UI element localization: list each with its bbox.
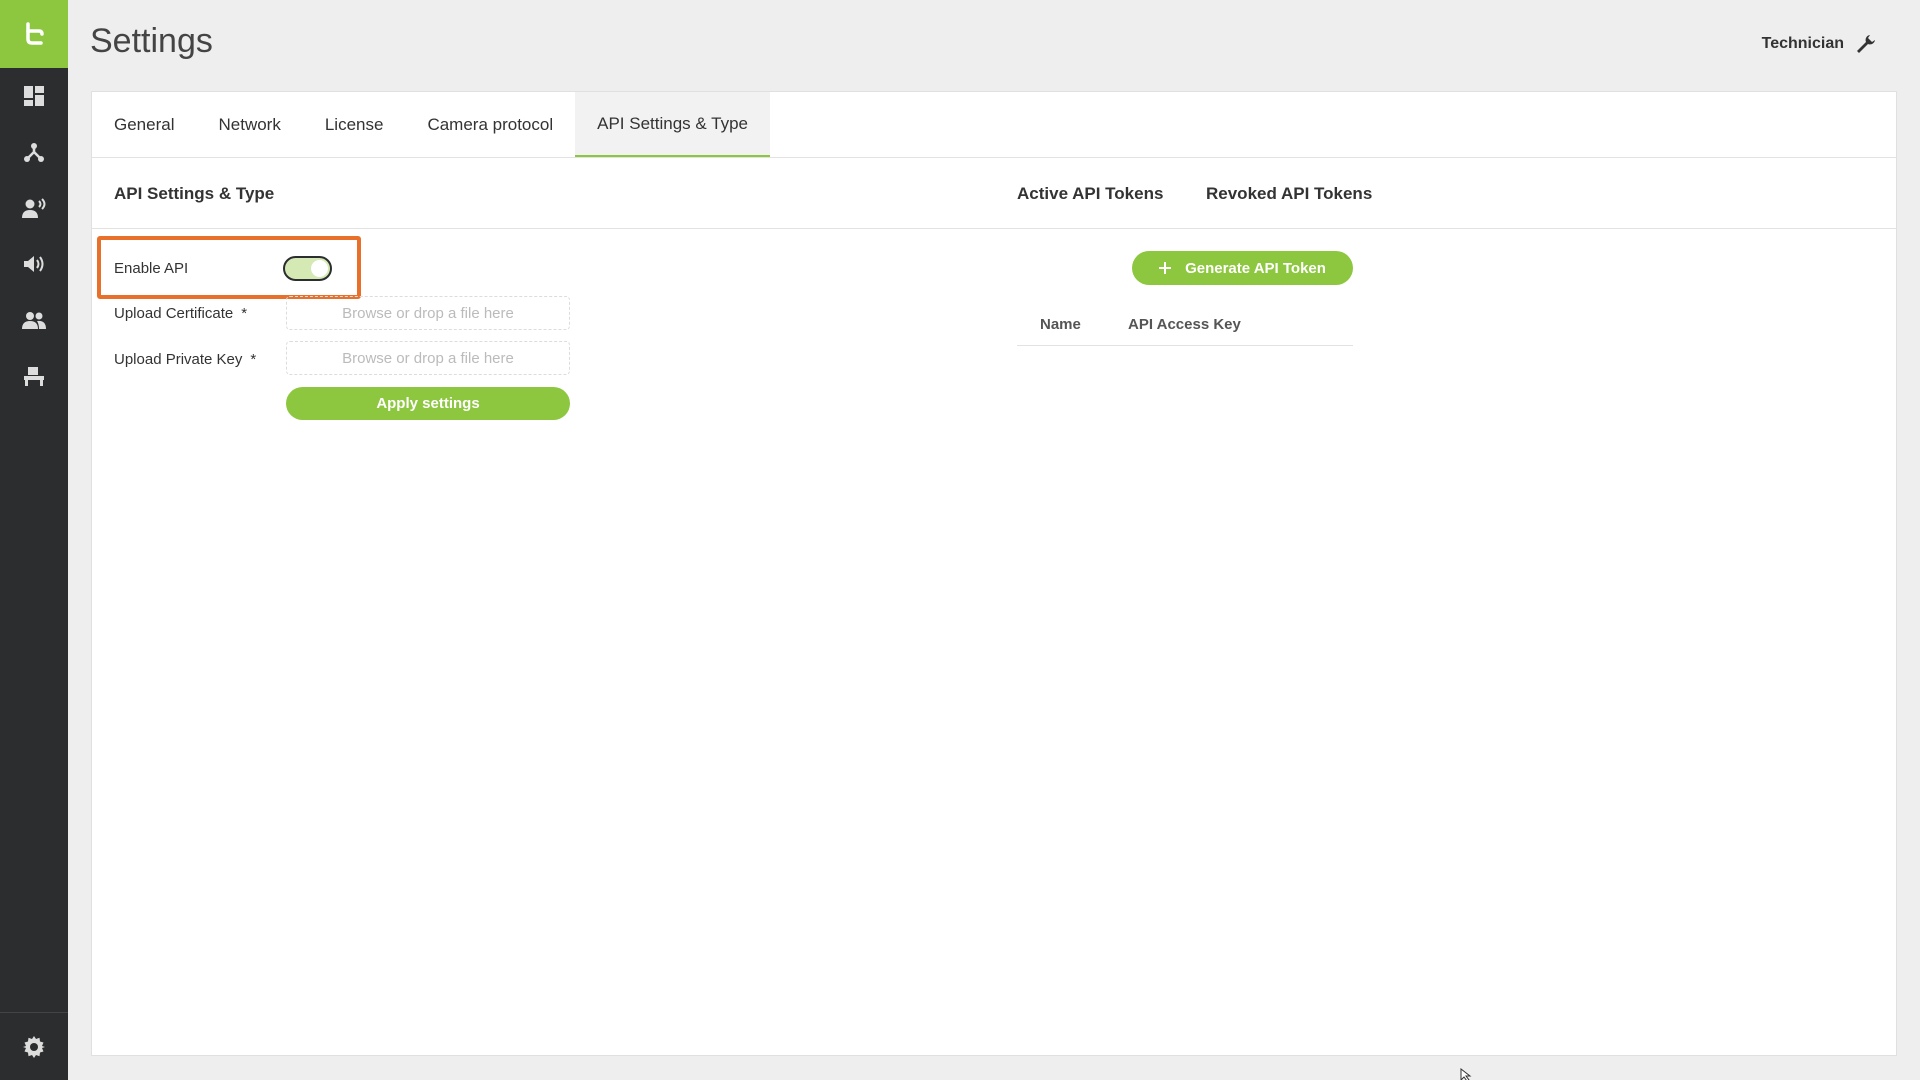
- apply-settings-button[interactable]: Apply settings: [286, 387, 570, 420]
- tab-camera-protocol[interactable]: Camera protocol: [405, 92, 575, 157]
- generate-api-token-label: Generate API Token: [1185, 259, 1326, 277]
- sidebar-settings-button[interactable]: [0, 1012, 68, 1080]
- sidebar-item-users[interactable]: [0, 292, 68, 348]
- private-key-dropzone[interactable]: Browse or drop a file here: [286, 341, 570, 375]
- sidebar-item-dashboard[interactable]: [0, 68, 68, 124]
- network-topology-icon: [24, 143, 44, 162]
- mouse-cursor-icon: [1460, 1068, 1472, 1080]
- dashboard-icon: [24, 86, 44, 106]
- desk-icon: [24, 367, 44, 386]
- sidebar-item-audio[interactable]: [0, 236, 68, 292]
- tab-revoked-tokens[interactable]: Revoked API Tokens: [1206, 184, 1372, 204]
- volume-icon: [24, 256, 44, 272]
- section-header: API Settings & Type Active API Tokens Re…: [92, 158, 1896, 229]
- upload-certificate-text: Upload Certificate: [114, 305, 234, 322]
- tab-general[interactable]: General: [92, 92, 196, 157]
- enable-api-label: Enable API: [114, 260, 189, 277]
- sidebar-item-topology[interactable]: [0, 124, 68, 180]
- section-title: API Settings & Type: [114, 184, 275, 203]
- column-api-access-key: API Access Key: [1128, 316, 1241, 333]
- tab-network[interactable]: Network: [196, 92, 302, 157]
- gear-icon: [23, 1035, 45, 1058]
- sidebar-item-workstation[interactable]: [0, 348, 68, 404]
- tab-bar: General Network License Camera protocol …: [92, 92, 1896, 158]
- user-name: Technician: [1761, 35, 1844, 52]
- required-mark: *: [241, 305, 248, 322]
- sidebar: [0, 0, 68, 1080]
- settings-card: General Network License Camera protocol …: [91, 91, 1897, 1056]
- tab-license[interactable]: License: [303, 92, 406, 157]
- speaker-person-icon: [22, 198, 46, 218]
- user-menu[interactable]: Technician: [1762, 34, 1876, 54]
- page-title: Settings: [90, 22, 213, 60]
- toggle-knob: [311, 260, 328, 277]
- plus-icon: [1159, 262, 1172, 274]
- required-mark: *: [250, 351, 257, 368]
- wrench-icon: [1857, 35, 1875, 53]
- upload-private-key-text: Upload Private Key: [114, 351, 243, 368]
- column-name: Name: [1040, 316, 1081, 333]
- upload-private-key-label: Upload Private Key *: [114, 351, 256, 368]
- users-icon: [22, 312, 46, 329]
- generate-api-token-button[interactable]: Generate API Token: [1132, 251, 1353, 285]
- tokens-table-header: Name API Access Key: [1017, 300, 1353, 346]
- brand-logo-icon[interactable]: [0, 0, 68, 68]
- tab-active-tokens[interactable]: Active API Tokens: [1017, 184, 1163, 204]
- enable-api-toggle[interactable]: [283, 256, 332, 281]
- certificate-dropzone[interactable]: Browse or drop a file here: [286, 296, 570, 330]
- sidebar-item-announcer[interactable]: [0, 180, 68, 236]
- tab-api-settings[interactable]: API Settings & Type: [575, 92, 771, 157]
- upload-certificate-label: Upload Certificate *: [114, 305, 247, 322]
